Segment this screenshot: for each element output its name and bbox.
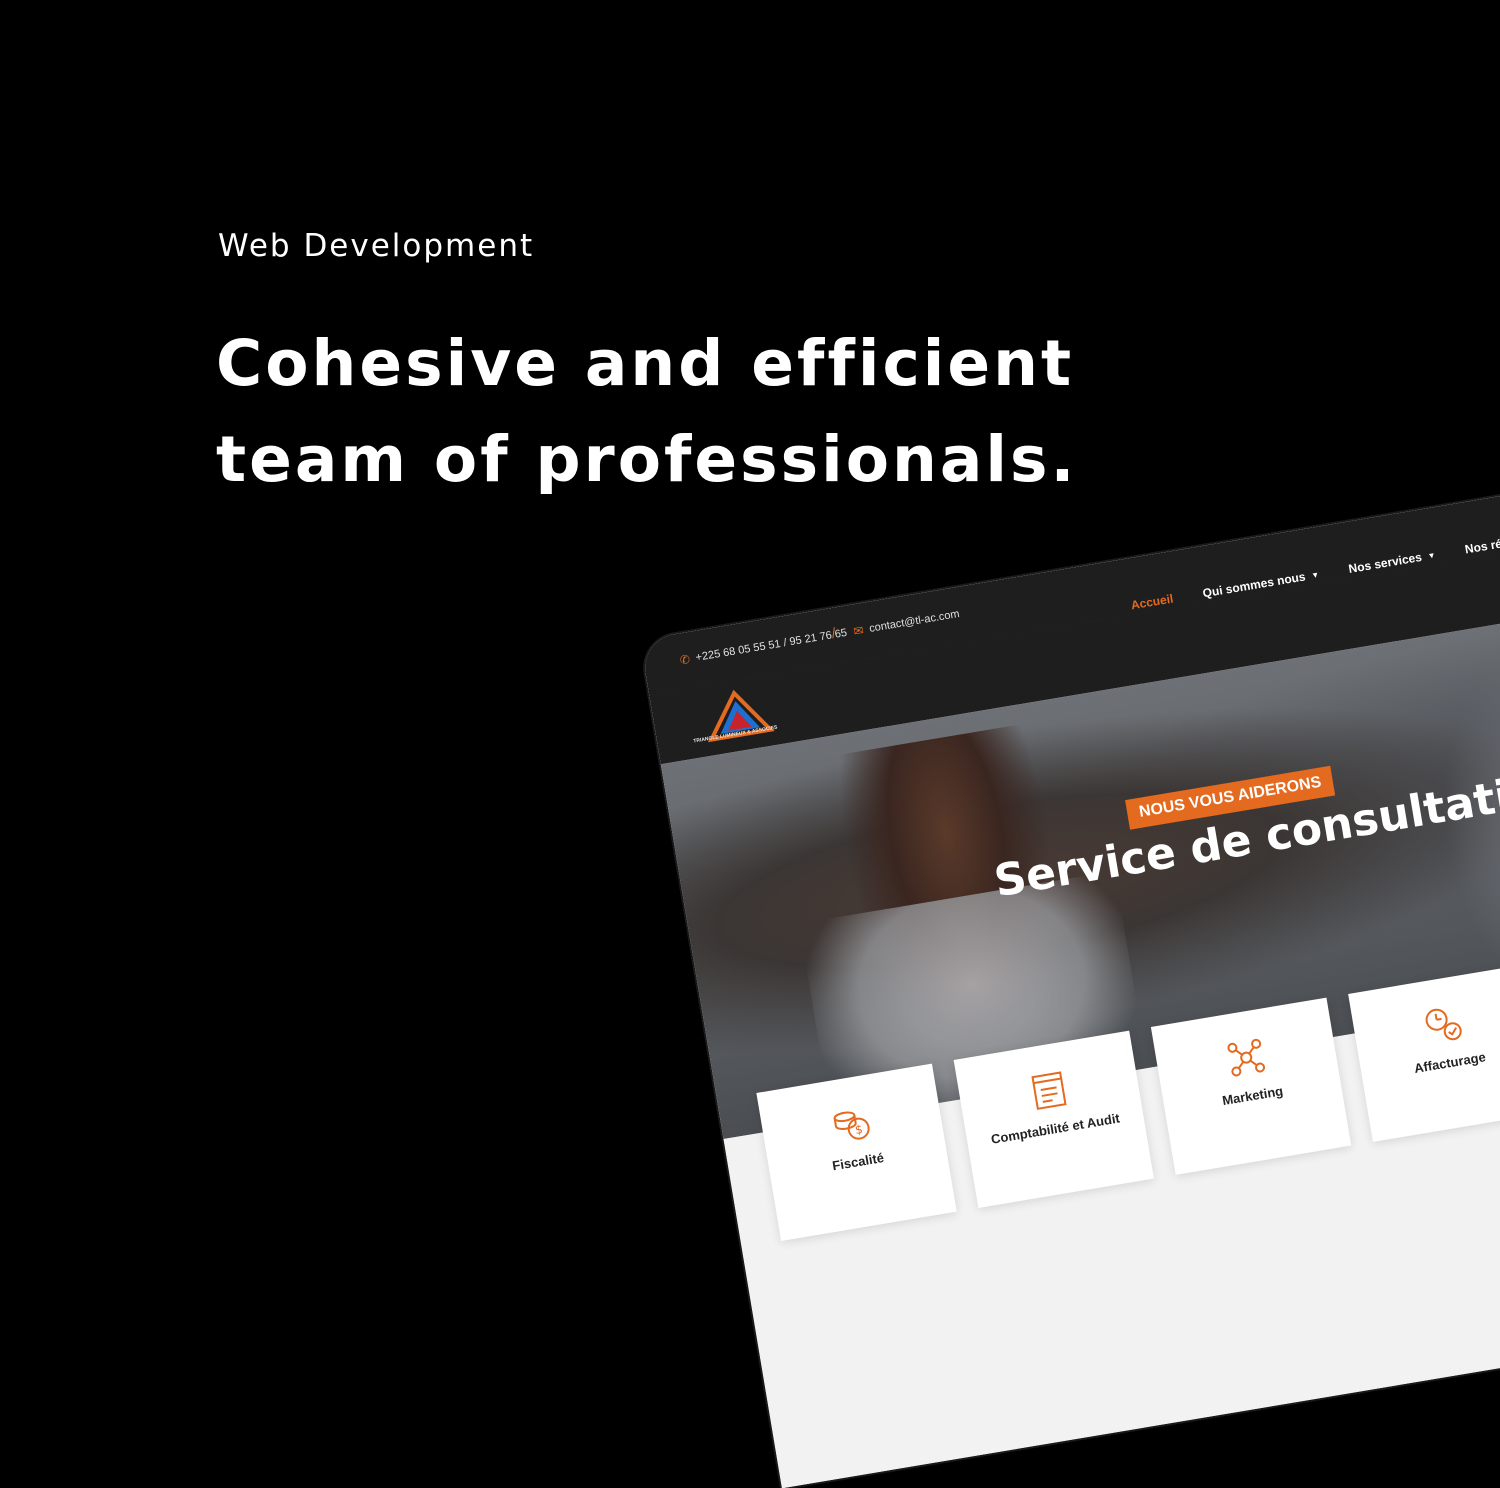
category-label: Web Development bbox=[218, 228, 535, 264]
svg-text:$: $ bbox=[854, 1122, 864, 1137]
phone-icon: ✆ bbox=[678, 652, 692, 668]
phone-contact[interactable]: ✆ +225 68 05 55 51 / 95 21 76 65 bbox=[679, 626, 848, 668]
service-label: Affacturage bbox=[1412, 1049, 1487, 1076]
email-contact[interactable]: ✉ contact@tl-ac.com bbox=[852, 607, 960, 639]
service-label: Marketing bbox=[1221, 1083, 1285, 1109]
chevron-down-icon: ▼ bbox=[1310, 569, 1320, 580]
headline: Cohesive and efficient team of professio… bbox=[216, 316, 1077, 508]
mail-icon: ✉ bbox=[852, 623, 865, 639]
service-card-marketing[interactable]: Marketing bbox=[1150, 997, 1352, 1175]
coins-icon: $ bbox=[833, 1111, 870, 1140]
service-card-fiscalite[interactable]: $ Fiscalité bbox=[756, 1063, 957, 1241]
service-label: Comptabilité et Audit bbox=[989, 1110, 1121, 1147]
website-mockup: ✆ +225 68 05 55 51 / 95 21 76 65 / ✉ con… bbox=[640, 455, 1500, 1488]
chevron-down-icon: ▼ bbox=[1426, 550, 1437, 561]
document-icon bbox=[1031, 1071, 1067, 1110]
headline-line-2: team of professionals. bbox=[216, 423, 1078, 496]
network-icon bbox=[1227, 1038, 1266, 1077]
service-card-comptabilite[interactable]: Comptabilité et Audit bbox=[953, 1030, 1154, 1208]
clock-icon bbox=[1425, 1008, 1462, 1041]
service-label: Fiscalité bbox=[831, 1149, 885, 1174]
headline-line-1: Cohesive and efficient bbox=[216, 327, 1075, 400]
email-address: contact@tl-ac.com bbox=[868, 608, 961, 635]
service-card-affacturage[interactable]: Affacturage bbox=[1348, 964, 1500, 1142]
phone-number: +225 68 05 55 51 / 95 21 76 65 bbox=[694, 626, 848, 664]
